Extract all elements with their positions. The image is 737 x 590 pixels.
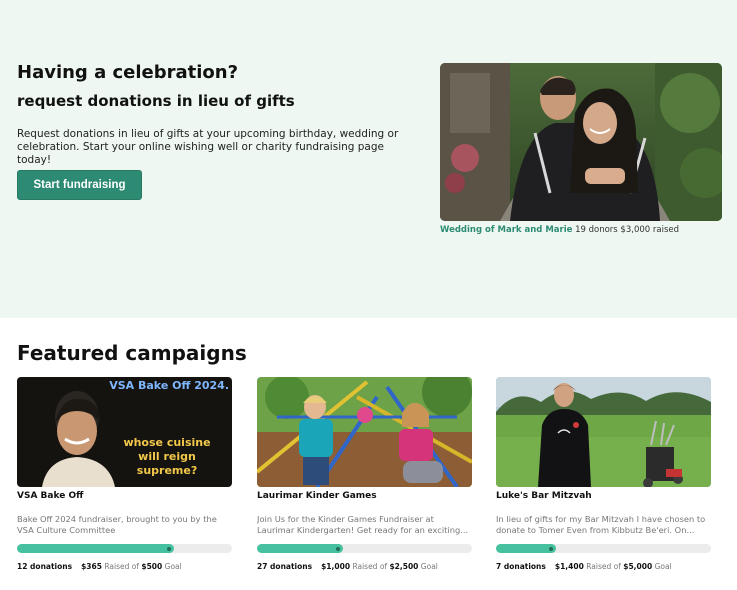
- campaign-stats: 27 donations $1,000 Raised of $2,500 Goal: [257, 562, 472, 571]
- bake-off-photo: VSA Bake Off 2024. whose cuisine will re…: [17, 377, 232, 487]
- couple-photo: [440, 63, 722, 221]
- raised-amount: $365: [81, 562, 102, 571]
- svg-text:whose cuisine: whose cuisine: [123, 436, 210, 449]
- campaign-description: In lieu of gifts for my Bar Mitzvah I ha…: [496, 514, 706, 535]
- hero-caption-link[interactable]: Wedding of Mark and Marie: [440, 225, 572, 235]
- hero-subtitle: request donations in lieu of gifts: [17, 92, 295, 110]
- goal-label: Goal: [654, 562, 672, 571]
- raised-of-label: Raised of: [586, 562, 621, 571]
- campaign-title[interactable]: VSA Bake Off: [17, 491, 232, 501]
- campaign-description: Bake Off 2024 fundraiser, brought to you…: [17, 514, 217, 535]
- campaign-card[interactable]: VSA Bake Off 2024. whose cuisine will re…: [17, 377, 232, 571]
- campaign-description: Join Us for the Kinder Games Fundraiser …: [257, 514, 469, 535]
- raised-amount: $1,400: [554, 562, 584, 571]
- goal-label: Goal: [164, 562, 182, 571]
- campaign-image[interactable]: [257, 377, 472, 487]
- progress-fill: [257, 544, 343, 553]
- campaign-title[interactable]: Luke's Bar Mitzvah: [496, 491, 711, 501]
- campaign-progress-bar: [17, 544, 232, 553]
- hero-caption-stats: 19 donors $3,000 raised: [575, 225, 679, 235]
- start-fundraising-button[interactable]: Start fundraising: [17, 170, 142, 200]
- campaign-progress-bar: [496, 544, 711, 553]
- raised-of-label: Raised of: [104, 562, 139, 571]
- campaign-progress-bar: [257, 544, 472, 553]
- progress-dot: [166, 546, 171, 551]
- campaign-image[interactable]: VSA Bake Off 2024. whose cuisine will re…: [17, 377, 232, 487]
- campaign-image[interactable]: [496, 377, 711, 487]
- goal-label: Goal: [420, 562, 438, 571]
- campaign-card[interactable]: Luke's Bar Mitzvah In lieu of gifts for …: [496, 377, 711, 571]
- svg-text:supreme?: supreme?: [137, 464, 197, 477]
- goal-amount: $500: [141, 562, 163, 571]
- donations-count: 12 donations: [17, 562, 73, 571]
- raised-of-label: Raised of: [352, 562, 388, 571]
- campaign-card[interactable]: Laurimar Kinder Games Join Us for the Ki…: [257, 377, 472, 571]
- goal-amount: $2,500: [389, 562, 419, 571]
- hero-description: Request donations in lieu of gifts at yo…: [17, 128, 399, 166]
- hero-photo[interactable]: [440, 63, 722, 221]
- progress-dot: [336, 546, 340, 551]
- goal-amount: $5,000: [623, 562, 653, 571]
- donations-count: 27 donations: [257, 562, 313, 571]
- progress-fill: [496, 544, 557, 553]
- raised-amount: $1,000: [321, 562, 351, 571]
- hero-caption: Wedding of Mark and Marie 19 donors $3,0…: [440, 225, 679, 235]
- campaign-stats: 7 donations $1,400 Raised of $5,000 Goal: [496, 562, 711, 571]
- campaign-stats: 12 donations $365 Raised of $500 Goal: [17, 562, 232, 571]
- campaign-title[interactable]: Laurimar Kinder Games: [257, 491, 472, 501]
- donations-count: 7 donations: [496, 562, 546, 571]
- progress-fill: [17, 544, 174, 553]
- kinder-games-photo: [257, 377, 472, 487]
- hero-title: Having a celebration?: [17, 62, 239, 83]
- featured-campaigns-title: Featured campaigns: [17, 341, 247, 365]
- bar-mitzvah-photo: [496, 377, 711, 487]
- progress-dot: [549, 546, 554, 551]
- bake-off-banner-text: VSA Bake Off 2024.: [109, 379, 229, 392]
- svg-text:will reign: will reign: [138, 450, 196, 463]
